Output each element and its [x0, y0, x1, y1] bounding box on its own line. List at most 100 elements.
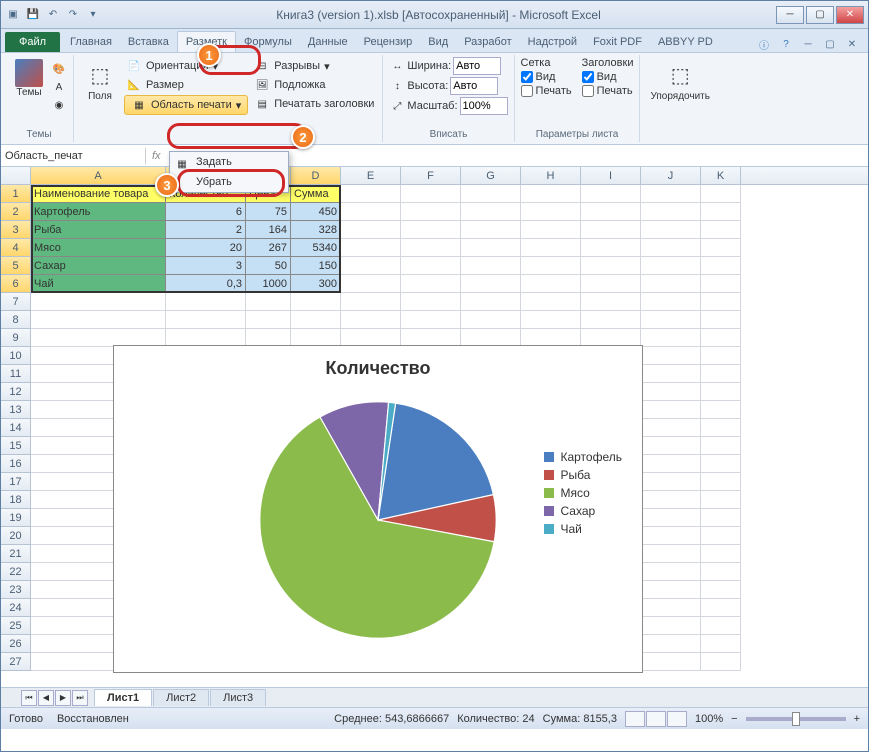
cell[interactable]: 5340 [291, 239, 341, 257]
tab-developer[interactable]: Разработ [456, 32, 519, 52]
cell[interactable] [461, 203, 521, 221]
col-header[interactable]: I [581, 167, 641, 184]
grid-view-check[interactable]: Вид [521, 71, 572, 83]
cell[interactable] [641, 365, 701, 383]
cell[interactable] [521, 275, 581, 293]
tab-review[interactable]: Рецензир [356, 32, 421, 52]
row-header[interactable]: 19 [1, 509, 31, 527]
cell[interactable] [521, 185, 581, 203]
file-tab[interactable]: Файл [5, 32, 60, 52]
cell[interactable]: Наименование товара [31, 185, 166, 203]
row-header[interactable]: 14 [1, 419, 31, 437]
cell[interactable] [641, 635, 701, 653]
cell[interactable] [461, 293, 521, 311]
cell[interactable] [701, 239, 741, 257]
row-header[interactable]: 24 [1, 599, 31, 617]
nav-first[interactable]: ⏮ [21, 690, 37, 706]
cell[interactable]: 0,3 [166, 275, 246, 293]
cell[interactable] [401, 239, 461, 257]
cell[interactable] [641, 599, 701, 617]
cell[interactable] [641, 293, 701, 311]
cell[interactable] [641, 563, 701, 581]
cell[interactable]: 150 [291, 257, 341, 275]
row-header[interactable]: 17 [1, 473, 31, 491]
cell[interactable]: Рыба [31, 221, 166, 239]
cell[interactable] [291, 311, 341, 329]
row-header[interactable]: 16 [1, 455, 31, 473]
cell[interactable] [461, 221, 521, 239]
cell[interactable] [521, 293, 581, 311]
cell[interactable] [701, 257, 741, 275]
cell[interactable] [31, 311, 166, 329]
cell[interactable] [641, 419, 701, 437]
cell[interactable]: 164 [246, 221, 291, 239]
nav-last[interactable]: ⏭ [72, 690, 88, 706]
col-header[interactable]: F [401, 167, 461, 184]
view-break[interactable] [667, 711, 687, 727]
width-input[interactable] [453, 57, 501, 75]
cell[interactable] [31, 293, 166, 311]
save-icon[interactable]: 💾 [25, 7, 41, 23]
menu-set-area[interactable]: ▦Задать [170, 152, 288, 172]
cell[interactable] [701, 401, 741, 419]
colors-icon[interactable]: 🎨 [51, 61, 67, 77]
cell[interactable] [641, 203, 701, 221]
menu-clear-area[interactable]: Убрать [170, 172, 288, 192]
cell[interactable] [581, 221, 641, 239]
cell[interactable] [641, 455, 701, 473]
cell[interactable]: 450 [291, 203, 341, 221]
cell[interactable]: 20 [166, 239, 246, 257]
cell[interactable] [701, 563, 741, 581]
cell[interactable] [701, 527, 741, 545]
cell[interactable]: Сахар [31, 257, 166, 275]
fx-icon[interactable]: fx [146, 150, 167, 162]
col-header[interactable]: E [341, 167, 401, 184]
cell[interactable] [341, 293, 401, 311]
minimize-button[interactable]: ─ [776, 6, 804, 24]
width-spinbox[interactable]: ↔Ширина: [389, 57, 501, 75]
row-header[interactable]: 7 [1, 293, 31, 311]
sheet-tab-1[interactable]: Лист1 [94, 689, 152, 706]
cell[interactable] [581, 293, 641, 311]
cell[interactable] [701, 365, 741, 383]
cell[interactable] [341, 185, 401, 203]
cell[interactable] [701, 383, 741, 401]
cell[interactable] [461, 239, 521, 257]
orientation-button[interactable]: 📄Ориентация ▾ [124, 57, 248, 75]
cell[interactable] [701, 293, 741, 311]
minimize-ribbon-icon[interactable]: ⓘ [756, 36, 772, 52]
cell[interactable] [581, 239, 641, 257]
cell[interactable] [461, 185, 521, 203]
cell[interactable] [401, 275, 461, 293]
head-view-check[interactable]: Вид [582, 71, 634, 83]
window-min-icon[interactable]: ─ [800, 36, 816, 52]
cell[interactable] [521, 203, 581, 221]
row-header[interactable]: 8 [1, 311, 31, 329]
cell[interactable] [701, 455, 741, 473]
row-header[interactable]: 23 [1, 581, 31, 599]
row-header[interactable]: 25 [1, 617, 31, 635]
row-header[interactable]: 15 [1, 437, 31, 455]
cell[interactable] [641, 527, 701, 545]
background-button[interactable]: 🖼Подложка [252, 76, 376, 94]
tab-home[interactable]: Главная [62, 32, 120, 52]
height-input[interactable] [450, 77, 498, 95]
name-box[interactable]: Область_печат [1, 148, 146, 164]
cell[interactable] [581, 185, 641, 203]
cell[interactable] [291, 293, 341, 311]
cell[interactable]: Картофель [31, 203, 166, 221]
cell[interactable] [581, 203, 641, 221]
cell[interactable] [581, 311, 641, 329]
row-header[interactable]: 18 [1, 491, 31, 509]
zoom-thumb[interactable] [792, 712, 800, 726]
row-header[interactable]: 5 [1, 257, 31, 275]
close-button[interactable]: ✕ [836, 6, 864, 24]
cell[interactable] [701, 275, 741, 293]
row-header[interactable]: 13 [1, 401, 31, 419]
row-header[interactable]: 9 [1, 329, 31, 347]
tab-data[interactable]: Данные [300, 32, 356, 52]
scale-input[interactable] [460, 97, 508, 115]
row-header[interactable]: 4 [1, 239, 31, 257]
effects-icon[interactable]: ◉ [51, 97, 67, 113]
cell[interactable] [401, 257, 461, 275]
